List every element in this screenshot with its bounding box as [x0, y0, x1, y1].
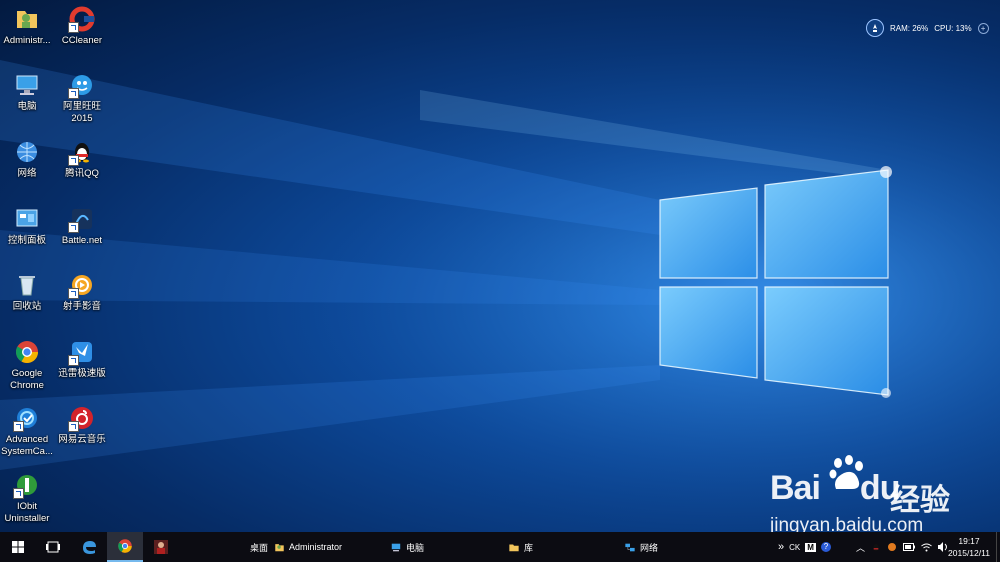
thunder-icon	[68, 339, 95, 366]
edge-icon	[83, 541, 96, 554]
cpu-usage: CPU: 13%	[934, 23, 972, 33]
desktop-icon-label: Administr...	[3, 35, 51, 46]
toolbar-computer[interactable]: 电脑	[390, 532, 424, 562]
user-folder-icon	[14, 6, 40, 32]
show-hidden-icons-chevron-icon[interactable]: ︿	[856, 541, 865, 554]
desktop-icon-recycle-bin[interactable]: 回收站	[0, 272, 56, 313]
iobit-uninstaller-icon	[13, 472, 40, 499]
desktop-icon-network[interactable]: 网络	[0, 139, 56, 180]
game-character-icon	[154, 540, 168, 554]
desktop-icon-iobit-uninstaller[interactable]: IObit Uninstaller	[0, 472, 56, 525]
toolbar-library[interactable]: 库	[508, 532, 533, 562]
desktop-icon-label: 迅雷极速版	[58, 368, 106, 379]
desktop-icon-qq[interactable]: 腾讯QQ	[53, 139, 111, 180]
tray-app-icon[interactable]	[887, 542, 897, 552]
desktop-icon-label: 腾讯QQ	[65, 168, 99, 179]
windows-logo-icon	[12, 541, 24, 553]
computer-icon	[14, 72, 40, 98]
desktop-icon-chrome[interactable]: Google Chrome	[0, 339, 56, 392]
desktop-icon-label: 回收站	[12, 301, 42, 312]
network-icon	[625, 543, 635, 551]
ccleaner-icon	[68, 6, 95, 33]
show-desktop-button[interactable]	[996, 532, 1000, 562]
advanced-systemcare-icon	[13, 405, 40, 432]
shooter-player-icon	[68, 272, 95, 299]
toolbar-network[interactable]: 网络	[624, 532, 658, 562]
battlenet-icon	[68, 206, 95, 233]
desktop-icon-label: Google Chrome	[10, 368, 44, 391]
aliwangwang-icon	[68, 72, 95, 99]
control-panel-icon	[14, 206, 40, 232]
ram-usage: RAM: 26%	[890, 23, 929, 33]
recycle-bin-icon	[14, 272, 40, 298]
toolbar-overflow-chevron[interactable]: »	[778, 541, 784, 553]
taskbar-chrome-button[interactable]	[107, 532, 143, 562]
netease-music-icon	[68, 405, 95, 432]
notification-area: » CK M ?	[778, 532, 831, 562]
expand-icon[interactable]: +	[977, 22, 989, 34]
qq-icon	[68, 139, 95, 166]
task-view-button[interactable]	[36, 532, 70, 562]
network-icon	[14, 139, 40, 165]
taskbar-clock[interactable]: 19:17 2015/12/11	[944, 535, 994, 559]
rocket-icon[interactable]	[866, 19, 884, 37]
computer-icon	[391, 543, 401, 551]
qq-tray-icon[interactable]	[871, 542, 881, 553]
desktop-icon-label: 射手影音	[62, 301, 101, 312]
clock-date: 2015/12/11	[948, 548, 990, 558]
desktop-icon-label: 阿里旺旺 2015	[62, 101, 101, 124]
desktop-icon-label: IObit Uninstaller	[4, 501, 50, 524]
wifi-icon[interactable]	[921, 543, 932, 552]
start-button[interactable]	[0, 532, 36, 562]
desktop-icon-label: 控制面板	[7, 235, 46, 246]
taskbar-edge-button[interactable]	[72, 532, 106, 562]
desktop-icon-label: 网易云音乐	[58, 434, 106, 445]
toolbar-desktop[interactable]: 桌面	[250, 532, 268, 562]
desktop-icon-label: 电脑	[17, 101, 37, 112]
battery-icon[interactable]	[903, 543, 916, 551]
desktop-icon-netease-music[interactable]: 网易云音乐	[53, 405, 111, 446]
system-monitor-widget[interactable]: RAM: 26% CPU: 13% +	[866, 18, 992, 38]
desktop-icon-advanced-systemcare[interactable]: Advanced SystemCa...	[0, 405, 56, 458]
desktop-icon-administrator[interactable]: Administr...	[0, 6, 56, 47]
taskbar: 桌面 Administrator 电脑 库 网络 » CK M ? ︿ 19:1…	[0, 532, 1000, 562]
desktop-icon-label: CCleaner	[61, 35, 103, 46]
toolbar-administrator[interactable]: Administrator	[274, 532, 342, 562]
desktop-icon-ccleaner[interactable]: CCleaner	[53, 6, 111, 47]
baidu-jingyan-watermark: Bai du 经验 jingyan.baidu.com	[770, 455, 990, 540]
desktop-icon-thunder[interactable]: 迅雷极速版	[53, 339, 111, 380]
desktop-icon-label: Battle.net	[61, 235, 103, 246]
task-view-icon	[46, 541, 60, 553]
clock-time: 19:17	[958, 536, 980, 546]
desktop-icon-shooter-player[interactable]: 射手影音	[53, 272, 111, 313]
ime-indicator[interactable]: CK	[789, 543, 800, 552]
desktop-wallpaper	[0, 0, 1000, 532]
baidu-paw-icon	[829, 455, 863, 489]
watermark-cn: 经验	[890, 484, 950, 517]
desktop-icon-control-panel[interactable]: 控制面板	[0, 206, 56, 247]
m-indicator[interactable]: M	[805, 542, 816, 552]
chrome-icon	[118, 539, 132, 553]
system-tray-icons: ︿	[856, 532, 949, 562]
desktop-icon-aliwangwang[interactable]: 阿里旺旺 2015	[53, 72, 111, 125]
help-icon[interactable]: ?	[820, 542, 831, 552]
chrome-icon	[14, 339, 40, 365]
user-folder-icon	[275, 543, 284, 551]
taskbar-game-button[interactable]	[144, 532, 178, 562]
library-folder-icon	[509, 544, 519, 551]
desktop-icon-battlenet[interactable]: Battle.net	[53, 206, 111, 247]
desktop-icon-computer[interactable]: 电脑	[0, 72, 56, 113]
desktop-icon-label: 网络	[17, 168, 37, 179]
desktop-icon-label: Advanced SystemCa...	[1, 434, 53, 457]
